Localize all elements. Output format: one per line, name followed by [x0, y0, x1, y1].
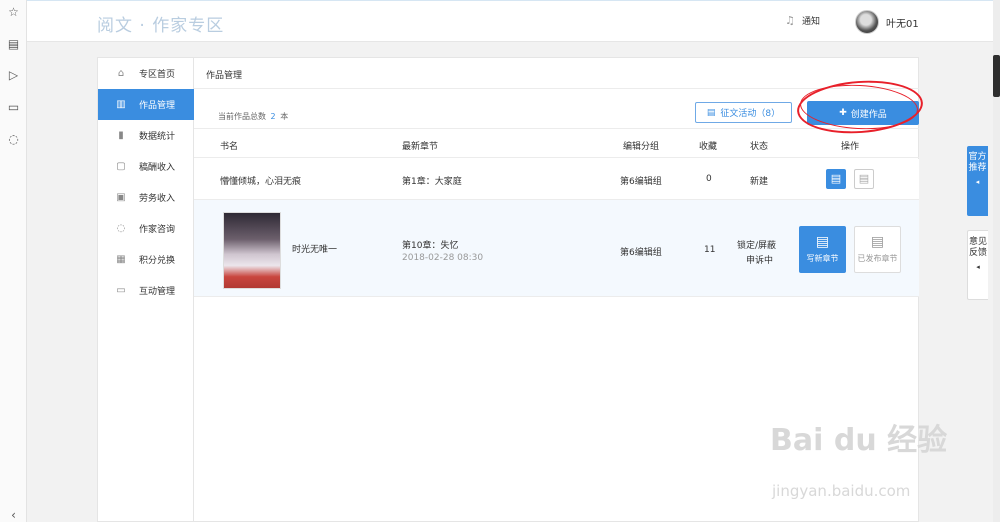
activity-button[interactable]: ▤ 征文活动（8）	[695, 102, 792, 123]
column-header: 编辑分组	[623, 142, 660, 152]
status-line-1: 锁定/屏蔽	[737, 241, 777, 251]
sidebar-item-label: 作品管理	[139, 101, 176, 111]
published-chapters-button[interactable]: ▤ 已发布章节	[854, 226, 901, 273]
table-header: 书名 最新章节 编辑分组 收藏 状态 操作	[194, 128, 919, 158]
breadcrumb: 作品管理	[206, 71, 243, 81]
total-count: 2	[270, 112, 276, 121]
username: 叶无01	[886, 18, 919, 30]
document-icon: ▤	[815, 234, 830, 250]
activity-button-label: 征文活动（8）	[720, 109, 781, 119]
watermark-url: jingyan.baidu.com	[772, 482, 911, 500]
feedback-label: 意见反馈	[968, 237, 987, 258]
table-row: 时光无唯一 第10章：失忆 2018-02-28 08:30 第6编辑组 11 …	[194, 200, 919, 297]
sidebar-item-points[interactable]: ▦ 积分兑换	[98, 244, 194, 275]
notify-link[interactable]: ♫ 通知	[785, 14, 820, 27]
chevron-left-icon: ◂	[976, 263, 980, 271]
edit-icon[interactable]: ▤	[826, 169, 846, 189]
sidebar-item-label: 劳务收入	[139, 194, 176, 204]
feedback-tab[interactable]: 意见反馈 ◂	[967, 230, 988, 300]
sidebar-item-royalty[interactable]: ▢ 稿酬收入	[98, 151, 194, 182]
user-menu[interactable]: 叶无01	[855, 10, 919, 34]
calendar-icon: ▣	[116, 192, 126, 203]
favorites-count: 0	[706, 174, 712, 184]
write-button-label: 写新章节	[806, 254, 839, 263]
sidebar-item-works[interactable]: ▥ 作品管理	[98, 89, 194, 120]
document-icon: ▤	[870, 234, 885, 250]
editor-group: 第6编辑组	[620, 177, 662, 187]
status-line-2: 申诉中	[746, 256, 774, 266]
sidebar-nav: ⌂ 专区首页 ▥ 作品管理 ▮ 数据统计 ▢ 稿酬收入 ▣ 劳务收入 ◌ 作家咨…	[97, 57, 194, 522]
chapters-icon[interactable]: ▤	[854, 169, 874, 189]
column-header: 最新章节	[402, 142, 439, 152]
works-total: 当前作品总数 2 本	[218, 111, 288, 122]
notify-label: 通知	[802, 17, 821, 27]
avatar[interactable]	[855, 10, 879, 34]
home-icon: ⌂	[117, 68, 125, 79]
collapse-icon[interactable]: ‹	[6, 508, 21, 522]
sidebar-item-label: 积分兑换	[139, 256, 176, 266]
sidebar-item-label: 数据统计	[139, 132, 176, 142]
favorites-count: 11	[704, 245, 716, 255]
total-unit: 本	[280, 112, 289, 121]
messages-icon: ▭	[116, 285, 126, 296]
chapter-date: 2018-02-28 08:30	[402, 253, 484, 263]
column-header: 书名	[220, 142, 239, 152]
table-row: 懵懂倾城，心泪无痕 第1章：大家庭 第6编辑组 0 新建 ▤ ▤	[194, 159, 919, 200]
book-title[interactable]: 时光无唯一	[292, 242, 337, 255]
browser-side-rail: ☆ ▤ ▷ ▭ ◌ ‹	[0, 0, 27, 522]
wallet-icon: ▢	[116, 161, 126, 172]
star-icon[interactable]: ☆	[6, 5, 21, 20]
sidebar-item-label: 作家咨询	[139, 225, 176, 235]
recommend-label: 官方推荐	[968, 152, 987, 173]
sidebar-item-home[interactable]: ⌂ 专区首页	[98, 58, 194, 89]
write-chapter-button[interactable]: ▤ 写新章节	[799, 226, 846, 273]
play-icon[interactable]: ▷	[6, 68, 21, 83]
top-header: 阅文 · 作家专区 ♫ 通知 叶无01	[27, 0, 993, 42]
watermark-logo: Bai du 经验	[770, 423, 948, 458]
divider	[194, 88, 919, 89]
column-header: 状态	[750, 142, 769, 152]
video-icon[interactable]: ▭	[6, 100, 21, 115]
column-header: 收藏	[699, 142, 718, 152]
sidebar-item-consult[interactable]: ◌ 作家咨询	[98, 213, 194, 244]
sidebar-item-label: 稿酬收入	[139, 163, 176, 173]
total-label: 当前作品总数	[218, 112, 266, 121]
column-header: 操作	[841, 142, 860, 152]
sidebar-item-label: 专区首页	[139, 70, 176, 80]
sidebar-item-stats[interactable]: ▮ 数据统计	[98, 120, 194, 151]
book-title[interactable]: 懵懂倾城，心泪无痕	[220, 174, 301, 187]
scrollbar[interactable]	[993, 0, 1000, 522]
book-cover[interactable]	[223, 212, 281, 289]
sidebar-item-interaction[interactable]: ▭ 互动管理	[98, 275, 194, 306]
gift-icon: ▦	[116, 254, 126, 265]
list-icon: ▤	[706, 107, 716, 118]
chat-bubble-icon[interactable]: ◌	[6, 132, 21, 147]
latest-chapter[interactable]: 第1章：大家庭	[402, 174, 462, 187]
reader-icon[interactable]: ▤	[6, 37, 21, 52]
chevron-left-icon: ◂	[975, 178, 980, 186]
published-button-label: 已发布章节	[857, 254, 898, 263]
site-logo[interactable]: 阅文 · 作家专区	[97, 11, 224, 36]
official-recommend-tab[interactable]: 官方推荐 ◂	[967, 146, 988, 216]
sidebar-item-label: 互动管理	[139, 287, 176, 297]
bell-icon: ♫	[785, 14, 795, 27]
editor-group: 第6编辑组	[620, 248, 662, 258]
status-text: 新建	[750, 177, 769, 187]
bar-chart-icon: ▮	[118, 130, 124, 141]
sidebar-item-labor[interactable]: ▣ 劳务收入	[98, 182, 194, 213]
latest-chapter[interactable]: 第10章：失忆	[402, 238, 458, 251]
book-icon: ▥	[116, 99, 126, 110]
scrollbar-thumb[interactable]	[993, 55, 1000, 97]
chat-icon: ◌	[116, 223, 126, 234]
